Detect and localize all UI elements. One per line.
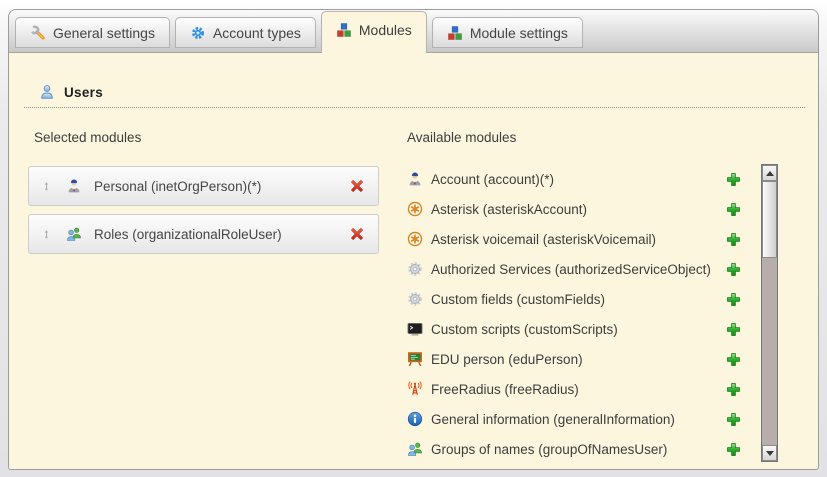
available-module-row: Asterisk (asteriskAccount) — [407, 194, 741, 224]
radio-icon — [407, 381, 423, 397]
module-name: Roles (organizationalRoleUser) — [94, 227, 349, 242]
scroll-down-button[interactable] — [762, 445, 777, 461]
arrow-down-icon — [766, 451, 774, 456]
module-name: Authorized Services (authorizedServiceOb… — [431, 262, 726, 277]
drag-handle-icon[interactable] — [41, 227, 52, 242]
module-name: FreeRadius (freeRadius) — [431, 382, 726, 397]
available-module-row: General information (generalInformation) — [407, 404, 741, 434]
tab-label: Account types — [213, 25, 301, 41]
asterisk-icon — [407, 201, 423, 217]
available-modules-label: Available modules — [407, 130, 516, 145]
add-module-button[interactable] — [726, 382, 741, 397]
module-name: Groups of names (groupOfNamesUser) — [431, 442, 726, 457]
available-module-row: Custom scripts (customScripts) — [407, 314, 741, 344]
add-module-button[interactable] — [726, 352, 741, 367]
available-module-row: EDU person (eduPerson) — [407, 344, 741, 374]
add-module-button[interactable] — [726, 412, 741, 427]
tab-module-settings[interactable]: Module settings — [432, 17, 583, 48]
terminal-icon — [407, 321, 423, 337]
arrow-up-icon — [766, 171, 774, 176]
group-icon — [66, 226, 82, 242]
add-module-button[interactable] — [726, 442, 741, 457]
available-module-row: FreeRadius (freeRadius) — [407, 374, 741, 404]
add-module-button[interactable] — [726, 262, 741, 277]
available-module-row: Asterisk voicemail (asteriskVoicemail) — [407, 224, 741, 254]
available-module-row: Groups of names (groupOfNamesUser) — [407, 434, 741, 464]
available-modules-list: Account (account)(*) Asterisk (asteriskAc… — [407, 164, 741, 464]
selected-modules-label: Selected modules — [34, 130, 141, 145]
tab-modules[interactable]: Modules — [321, 11, 427, 53]
account-type-heading: Users — [39, 84, 103, 100]
scroll-up-button[interactable] — [762, 165, 777, 181]
module-name: Custom scripts (customScripts) — [431, 322, 726, 337]
module-name: General information (generalInformation) — [431, 412, 726, 427]
gear-icon — [407, 291, 423, 307]
drag-handle-icon[interactable] — [41, 179, 52, 194]
module-name: Account (account)(*) — [431, 172, 726, 187]
user-icon — [39, 84, 55, 100]
person-icon — [66, 178, 82, 194]
add-module-button[interactable] — [726, 172, 741, 187]
tab-label: General settings — [53, 25, 155, 41]
wrench-icon — [30, 25, 46, 41]
tab-strip: General settings Account types Modules Modu… — [9, 10, 818, 53]
module-name: Custom fields (customFields) — [431, 292, 726, 307]
account-type-title: Users — [64, 85, 103, 100]
available-module-row: Custom fields (customFields) — [407, 284, 741, 314]
available-modules-scrollbar[interactable] — [761, 164, 778, 462]
heading-divider — [24, 107, 805, 108]
module-name: Personal (inetOrgPerson)(*) — [94, 179, 349, 194]
chalkboard-icon — [407, 351, 423, 367]
tab-account-types[interactable]: Account types — [175, 17, 316, 48]
config-panel: General settings Account types Modules Modu… — [8, 9, 819, 470]
add-module-button[interactable] — [726, 232, 741, 247]
gear-icon — [407, 261, 423, 277]
asterisk-icon — [407, 231, 423, 247]
remove-module-button[interactable] — [349, 226, 365, 242]
module-name: Asterisk voicemail (asteriskVoicemail) — [431, 232, 726, 247]
tab-label: Module settings — [470, 25, 568, 41]
add-module-button[interactable] — [726, 322, 741, 337]
tab-general-settings[interactable]: General settings — [15, 17, 170, 48]
add-module-button[interactable] — [726, 202, 741, 217]
account-types-icon — [190, 25, 206, 41]
available-module-row: Authorized Services (authorizedServiceOb… — [407, 254, 741, 284]
module-name: EDU person (eduPerson) — [431, 352, 726, 367]
person-icon — [407, 171, 423, 187]
scrollbar-thumb[interactable] — [762, 181, 777, 258]
add-module-button[interactable] — [726, 292, 741, 307]
group-icon — [407, 441, 423, 457]
selected-module-row[interactable]: Personal (inetOrgPerson)(*) — [28, 166, 379, 206]
module-name: Asterisk (asteriskAccount) — [431, 202, 726, 217]
remove-module-button[interactable] — [349, 178, 365, 194]
selected-module-row[interactable]: Roles (organizationalRoleUser) — [28, 214, 379, 254]
available-module-row: Account (account)(*) — [407, 164, 741, 194]
modules-icon — [447, 25, 463, 41]
info-icon — [407, 411, 423, 427]
modules-icon — [336, 22, 352, 38]
selected-modules-list: Personal (inetOrgPerson)(*) Roles (organi… — [28, 166, 379, 262]
tab-label: Modules — [359, 22, 412, 38]
